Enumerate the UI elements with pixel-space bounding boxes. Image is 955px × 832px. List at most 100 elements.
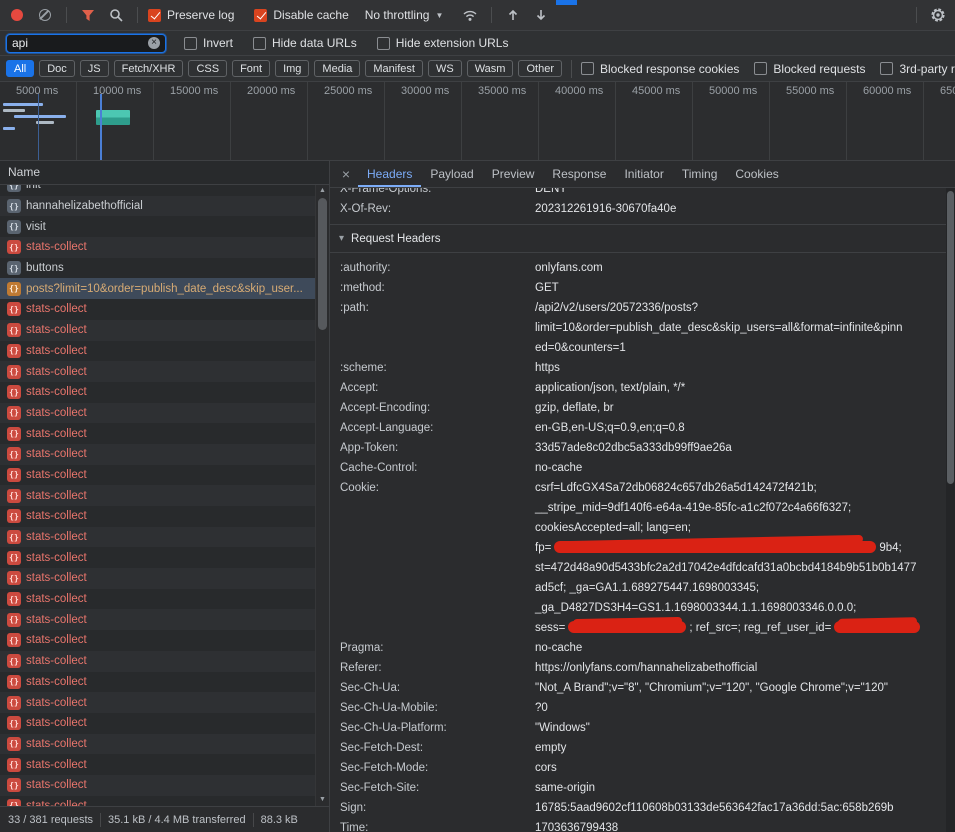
filter-chip-css[interactable]: CSS bbox=[188, 60, 227, 77]
third-party-requests-checkbox[interactable]: 3rd-party requests bbox=[880, 62, 955, 76]
filter-chip-fetch-xhr[interactable]: Fetch/XHR bbox=[114, 60, 184, 77]
throttling-dropdown[interactable]: No throttling ▼ bbox=[365, 8, 444, 22]
request-row[interactable]: {}stats-collect bbox=[0, 382, 316, 403]
search-button[interactable] bbox=[105, 4, 127, 26]
header-name: Sec-Ch-Ua: bbox=[340, 678, 535, 698]
request-row[interactable]: {}stats-collect bbox=[0, 547, 316, 568]
request-row[interactable]: {}stats-collect bbox=[0, 320, 316, 341]
request-row[interactable]: {}stats-collect bbox=[0, 485, 316, 506]
request-row[interactable]: {}init bbox=[0, 185, 316, 196]
request-row[interactable]: {} visit bbox=[0, 216, 316, 237]
request-row[interactable]: {}stats-collect bbox=[0, 465, 316, 486]
header-row: Cache-Control:no-cache bbox=[340, 458, 946, 478]
record-button[interactable] bbox=[6, 4, 28, 26]
blocked-requests-checkbox[interactable]: Blocked requests bbox=[754, 62, 865, 76]
gear-icon bbox=[930, 7, 946, 23]
blocked-requests-label: Blocked requests bbox=[773, 62, 865, 76]
request-row[interactable]: {}stats-collect bbox=[0, 237, 316, 258]
header-row: X-Of-Rev:202312261916-30670fa40e bbox=[340, 199, 946, 219]
request-name: stats-collect bbox=[26, 428, 87, 440]
clear-icon bbox=[39, 9, 51, 21]
tab-cookies[interactable]: Cookies bbox=[726, 161, 787, 187]
request-row[interactable]: {}stats-collect bbox=[0, 734, 316, 755]
tab-payload[interactable]: Payload bbox=[421, 161, 482, 187]
timeline-tick: 50000 ms bbox=[693, 82, 770, 160]
tab-preview[interactable]: Preview bbox=[483, 161, 544, 187]
request-row[interactable]: {}stats-collect bbox=[0, 713, 316, 734]
disable-cache-checkbox[interactable]: Disable cache bbox=[254, 8, 348, 22]
filter-chip-doc[interactable]: Doc bbox=[39, 60, 75, 77]
filter-toggle-button[interactable] bbox=[77, 4, 99, 26]
header-value: csrf=LdfcGX4Sa72db06824c657db26a5d142472… bbox=[535, 478, 946, 638]
import-har-button[interactable] bbox=[502, 4, 524, 26]
filter-chip-wasm[interactable]: Wasm bbox=[467, 60, 514, 77]
filter-chip-font[interactable]: Font bbox=[232, 60, 270, 77]
request-row[interactable]: {}buttons bbox=[0, 258, 316, 279]
request-list-scrollbar[interactable]: ▲ ▼ bbox=[315, 185, 329, 806]
request-type-icon: {} bbox=[7, 427, 21, 441]
hide-data-urls-label: Hide data URLs bbox=[272, 36, 357, 50]
blocked-response-cookies-checkbox[interactable]: Blocked response cookies bbox=[581, 62, 739, 76]
network-conditions-button[interactable] bbox=[459, 4, 481, 26]
hide-data-urls-checkbox[interactable]: Hide data URLs bbox=[253, 36, 357, 50]
redaction-scribble bbox=[568, 621, 686, 633]
details-scrollbar[interactable] bbox=[946, 188, 955, 832]
request-row[interactable]: {}posts?limit=10&order=publish_date_desc… bbox=[0, 278, 316, 299]
request-name: stats-collect bbox=[26, 345, 87, 357]
request-row[interactable]: {}stats-collect bbox=[0, 630, 316, 651]
request-row[interactable]: {}hannahelizabethofficial bbox=[0, 196, 316, 217]
request-row[interactable]: {}stats-collect bbox=[0, 672, 316, 693]
tick-label: 5000 ms bbox=[16, 85, 76, 97]
request-row[interactable]: {}stats-collect bbox=[0, 568, 316, 589]
scroll-up-icon[interactable]: ▲ bbox=[316, 185, 329, 197]
request-row[interactable]: {}stats-collect bbox=[0, 299, 316, 320]
request-row[interactable]: {}stats-collect bbox=[0, 692, 316, 713]
clear-filter-icon[interactable]: × bbox=[148, 37, 160, 49]
tab-timing[interactable]: Timing bbox=[673, 161, 727, 187]
scrollbar-thumb[interactable] bbox=[947, 191, 954, 484]
filter-chip-js[interactable]: JS bbox=[80, 60, 109, 77]
request-row[interactable]: {}stats-collect bbox=[0, 775, 316, 796]
request-row[interactable]: {}stats-collect bbox=[0, 796, 316, 806]
request-row[interactable]: {}stats-collect bbox=[0, 609, 316, 630]
request-row[interactable]: {} stats-collect bbox=[0, 423, 316, 444]
filter-chip-all[interactable]: All bbox=[6, 60, 34, 77]
filter-input[interactable]: api × bbox=[6, 34, 166, 53]
tab-headers[interactable]: Headers bbox=[358, 161, 421, 187]
request-row[interactable]: {}stats-collect bbox=[0, 589, 316, 610]
scrollbar-thumb[interactable] bbox=[318, 198, 327, 330]
filter-chip-ws[interactable]: WS bbox=[428, 60, 462, 77]
filter-chip-other[interactable]: Other bbox=[518, 60, 562, 77]
request-type-icon: {} bbox=[7, 220, 21, 234]
filter-chip-manifest[interactable]: Manifest bbox=[365, 60, 423, 77]
request-row[interactable]: {}stats-collect bbox=[0, 754, 316, 775]
request-name: buttons bbox=[26, 262, 64, 274]
export-har-button[interactable] bbox=[530, 4, 552, 26]
close-details-icon[interactable]: × bbox=[334, 166, 358, 182]
request-name: visit bbox=[26, 221, 46, 233]
request-row[interactable]: {}stats-collect bbox=[0, 361, 316, 382]
invert-checkbox[interactable]: Invert bbox=[184, 36, 233, 50]
chevron-down-icon: ▼ bbox=[435, 11, 443, 20]
filter-chip-img[interactable]: Img bbox=[275, 60, 309, 77]
request-row[interactable]: {}stats-collect bbox=[0, 341, 316, 362]
request-type-icon: {} bbox=[7, 633, 21, 647]
tab-initiator[interactable]: Initiator bbox=[615, 161, 672, 187]
clear-button[interactable] bbox=[34, 4, 56, 26]
request-row[interactable]: {}stats-collect bbox=[0, 651, 316, 672]
filter-chip-media[interactable]: Media bbox=[314, 60, 360, 77]
tab-response[interactable]: Response bbox=[543, 161, 615, 187]
hide-extension-urls-checkbox[interactable]: Hide extension URLs bbox=[377, 36, 509, 50]
settings-button[interactable] bbox=[927, 4, 949, 26]
request-row[interactable]: {}stats-collect bbox=[0, 403, 316, 424]
request-row[interactable]: {}stats-collect bbox=[0, 527, 316, 548]
name-column-header[interactable]: Name bbox=[0, 161, 329, 185]
preserve-log-checkbox[interactable]: Preserve log bbox=[148, 8, 234, 22]
header-name: :path: bbox=[340, 298, 535, 358]
request-row[interactable]: {}stats-collect bbox=[0, 506, 316, 527]
header-row: App-Token:33d57ade8c02dbc5a333db99ff9ae2… bbox=[340, 438, 946, 458]
scroll-down-icon[interactable]: ▼ bbox=[316, 794, 329, 806]
timeline-overview[interactable]: 5000 ms10000 ms15000 ms20000 ms25000 ms3… bbox=[0, 82, 955, 161]
request-headers-section-header[interactable]: ▾ Request Headers bbox=[330, 224, 946, 253]
request-row[interactable]: {}stats-collect bbox=[0, 444, 316, 465]
